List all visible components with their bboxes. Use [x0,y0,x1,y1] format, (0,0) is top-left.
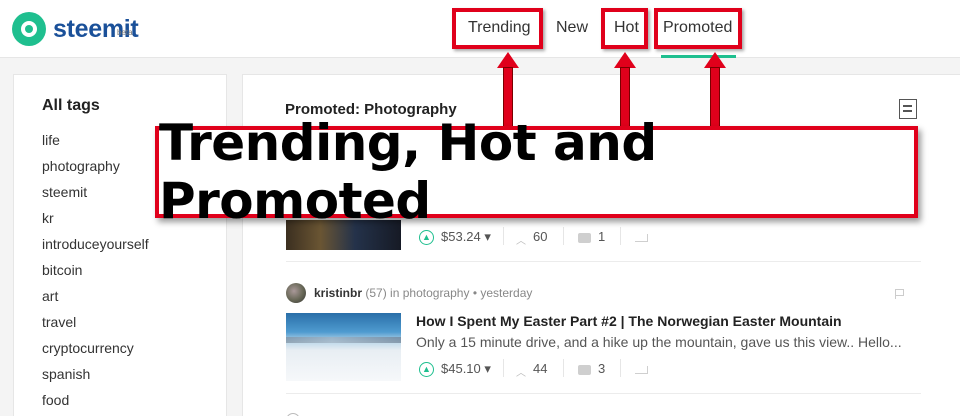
divider-line [563,359,564,377]
comment-icon[interactable] [578,365,591,375]
avatar[interactable] [286,283,306,303]
arrow-up-icon [497,52,519,68]
author-reputation: (57) [365,286,387,300]
post-comments[interactable]: 3 [598,361,605,376]
post-divider [286,393,921,394]
votes-icon[interactable]: ︿ [516,232,526,247]
tag-link[interactable]: travel [42,314,76,330]
annotation-box-trending [452,8,543,49]
beta-badge: beta [117,28,133,37]
post-thumbnail[interactable] [286,313,401,381]
post-title[interactable]: How I Spent My Easter Part #2 | The Norw… [416,313,842,329]
tag-link[interactable]: photography [42,158,120,174]
annotation-box-hot [601,8,648,49]
arrow-up-icon [704,52,726,68]
annotation-text: Trending, Hot and Promoted [159,114,657,230]
post-divider [286,261,921,262]
post-payout[interactable]: $53.24 ▾ [441,229,491,245]
post-payout[interactable]: $45.10 ▾ [441,361,491,377]
post-time[interactable]: yesterday [480,286,532,300]
tag-link[interactable]: spanish [42,366,90,382]
post-excerpt[interactable]: Only a 15 minute drive, and a hike up th… [416,334,921,350]
votes-icon[interactable]: ︿ [516,364,526,379]
comment-icon[interactable] [578,233,591,243]
divider-line [503,359,504,377]
sidebar-title: All tags [42,97,100,114]
steemit-logo-icon [12,12,46,46]
tag-link[interactable]: kr [42,210,54,226]
nav-new[interactable]: New [556,19,588,37]
post-author-line: kristinbr (57) in photography • yesterda… [314,286,532,300]
tag-link[interactable]: food [42,392,69,408]
tag-link[interactable]: cryptocurrency [42,340,134,356]
flag-icon[interactable] [895,289,904,299]
category-link[interactable]: photography [403,286,470,300]
annotation-box-promoted [654,8,742,49]
reblog-icon[interactable] [635,366,648,374]
arrow-up-icon [614,52,636,68]
divider-line [620,359,621,377]
category-prefix: in [390,286,400,300]
post-votes[interactable]: 44 [533,361,547,376]
tag-link[interactable]: art [42,288,58,304]
author-name[interactable]: kristinbr [314,286,362,300]
reblog-icon[interactable] [635,234,648,242]
annotation-banner: Trending, Hot and Promoted [155,114,918,230]
meta-separator: • [472,286,478,300]
tag-link[interactable]: life [42,132,60,148]
tag-link[interactable]: introduceyourself [42,236,149,252]
post-comments[interactable]: 1 [598,229,605,244]
tag-link[interactable]: steemit [42,184,87,200]
upvote-icon[interactable]: ▲ [419,362,434,377]
post-votes[interactable]: 60 [533,229,547,244]
tag-link[interactable]: bitcoin [42,262,82,278]
upvote-icon[interactable]: ▲ [419,230,434,245]
